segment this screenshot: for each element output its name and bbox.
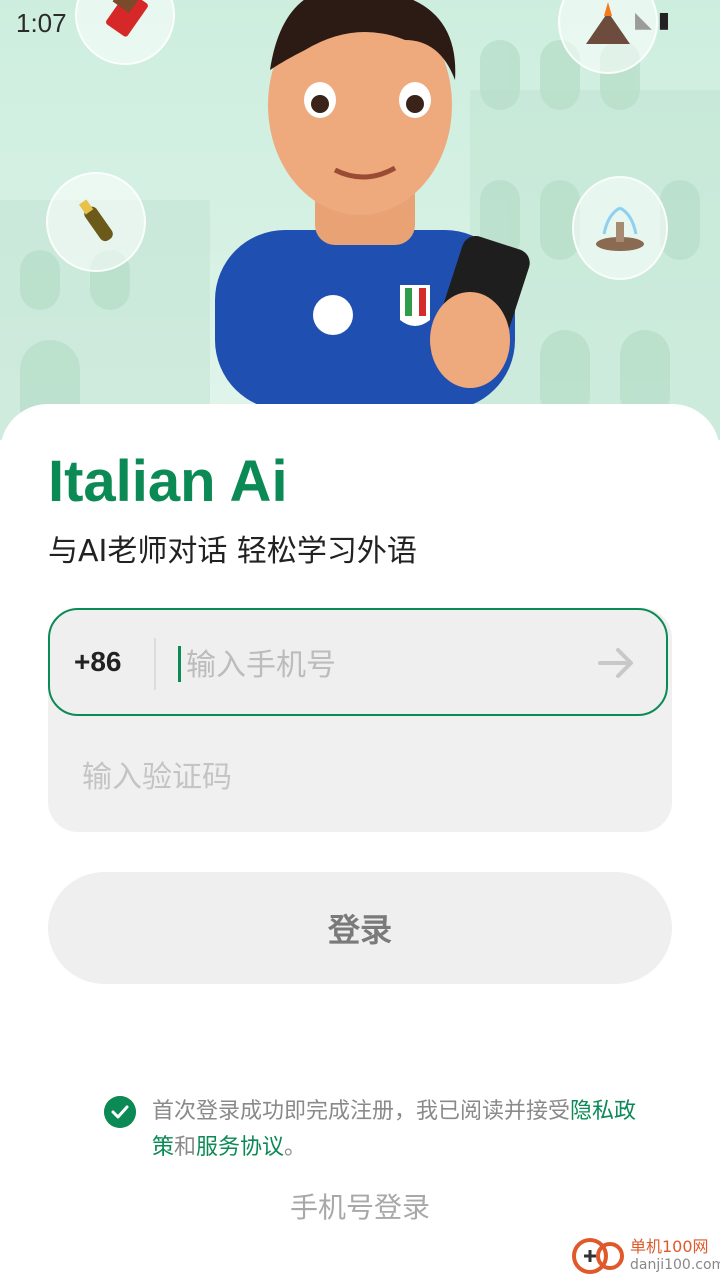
- fountain-icon: [596, 206, 644, 251]
- phone-field[interactable]: +86: [48, 608, 668, 716]
- watermark-line2: danji100.com: [630, 1257, 720, 1273]
- watermark-line1: 单机100网: [630, 1237, 709, 1256]
- watermark-logo-icon: [572, 1238, 624, 1274]
- login-button[interactable]: 登录: [48, 872, 672, 984]
- service-agreement-link[interactable]: 服务协议: [196, 1135, 284, 1160]
- champagne-bubble: [46, 172, 146, 272]
- app-subtitle: 与AI老师对话 轻松学习外语: [48, 534, 417, 569]
- man-with-phone-illustration: [215, 0, 530, 410]
- hero-illustration: 1:07 ◣ ▮: [0, 0, 720, 440]
- volcano-icon: [586, 2, 630, 44]
- phone-login-link[interactable]: 手机号登录: [0, 1186, 720, 1226]
- battery-icon: ▮: [657, 8, 670, 33]
- chocolate-icon: [106, 0, 148, 37]
- arrow-right-icon[interactable]: [596, 638, 636, 688]
- check-circle-icon[interactable]: [104, 1096, 136, 1128]
- divider: [154, 638, 156, 690]
- agreement-text: 首次登录成功即完成注册，我已阅读并接受隐私政策和服务协议。: [152, 1094, 644, 1166]
- agreement-prefix: 首次登录成功即完成注册，我已阅读并接受: [152, 1099, 571, 1124]
- agreement-and: 和: [174, 1135, 197, 1160]
- champagne-icon: [78, 199, 113, 242]
- country-code-selector[interactable]: +86: [74, 646, 122, 678]
- watermark: 单机100网 danji100.com: [570, 1236, 720, 1276]
- phone-input[interactable]: [184, 636, 578, 694]
- app-title: Italian Ai: [48, 449, 288, 514]
- fountain-bubble: [572, 176, 668, 280]
- verification-code-input[interactable]: [80, 748, 604, 806]
- agreement-suffix: 。: [284, 1135, 307, 1160]
- text-caret: [178, 646, 181, 682]
- status-time: 1:07: [16, 8, 67, 38]
